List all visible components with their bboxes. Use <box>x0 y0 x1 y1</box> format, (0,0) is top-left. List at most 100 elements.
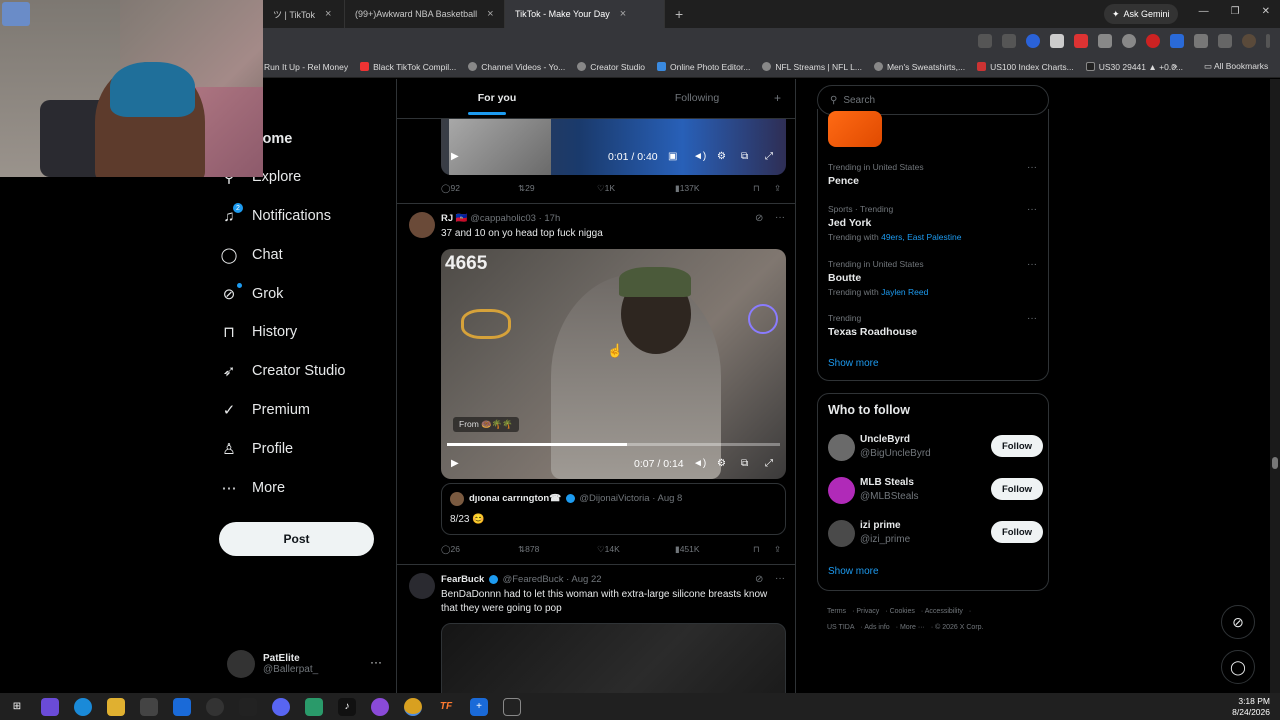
file-explorer-icon[interactable] <box>107 697 125 716</box>
windows-start-icon[interactable]: ⊞ <box>8 698 26 716</box>
nav-chat[interactable]: ◯ Chat <box>220 240 283 270</box>
follow-suggestion[interactable]: UncleByrd @BigUncleByrd Follow <box>828 432 1043 468</box>
more-icon[interactable]: ··· <box>370 655 382 669</box>
follow-suggestion[interactable]: MLB Steals @MLBSteals Follow <box>828 475 1043 511</box>
volume-icon[interactable]: ◄) <box>693 458 706 469</box>
trend-item[interactable]: Trending Texas Roadhouse ··· <box>828 313 1043 338</box>
fullscreen-icon[interactable]: ⤢ <box>765 458 773 469</box>
trend-item[interactable]: Trending in United States Pence ··· <box>828 162 1043 187</box>
tiktok-icon[interactable]: ♪ <box>338 697 356 716</box>
bookmark-item[interactable]: Black TikTok Compil... <box>360 62 456 72</box>
new-tab-button[interactable]: + <box>665 6 693 22</box>
trend-related-links[interactable]: 49ers, East Palestine <box>881 232 961 242</box>
plus-app-icon[interactable]: + <box>470 697 488 716</box>
more-icon[interactable]: ··· <box>775 212 785 223</box>
tf-icon[interactable]: TF <box>437 698 455 716</box>
bookmark-item[interactable]: US30 29441 ▲ +0.0... <box>1085 62 1183 72</box>
play-icon[interactable]: ▶ <box>451 458 459 469</box>
all-bookmarks-button[interactable]: ▭ All Bookmarks <box>1204 61 1268 72</box>
video-player[interactable] <box>441 119 786 175</box>
footer-link[interactable]: Terms <box>827 608 846 615</box>
bookmark-icon[interactable]: ⊓ <box>753 544 760 555</box>
bookmarks-overflow-icon[interactable]: » <box>1172 61 1178 72</box>
mail-icon[interactable] <box>173 697 191 716</box>
author-handle[interactable]: @cappaholic03 <box>470 213 536 224</box>
nav-grok[interactable]: ⊘ Grok <box>220 279 283 309</box>
bookmark-item[interactable]: Channel Videos - Yo... <box>468 62 565 72</box>
footer-link[interactable]: US TIDA <box>827 624 855 631</box>
footer-link[interactable]: Cookies <box>890 608 915 615</box>
avatar[interactable] <box>828 520 855 547</box>
show-more-link[interactable]: Show more <box>828 358 879 369</box>
app-icon[interactable] <box>371 697 389 716</box>
scrollbar-thumb[interactable] <box>1272 457 1278 469</box>
close-window-icon[interactable]: ✕ <box>1262 6 1270 17</box>
extension-icon[interactable] <box>1146 34 1160 48</box>
profile-avatar-icon[interactable] <box>1242 34 1256 48</box>
nav-creator-studio[interactable]: ➶ Creator Studio <box>220 356 346 386</box>
steam-icon[interactable] <box>206 697 224 716</box>
bookmark-item[interactable]: Creator Studio <box>577 62 645 72</box>
puzzle-icon[interactable] <box>1194 34 1208 48</box>
account-switcher[interactable]: PatElite @Ballerpat_ ··· <box>227 647 387 681</box>
from-label[interactable]: From 🍩🌴🌴 <box>453 417 519 432</box>
pip-icon[interactable]: ⧉ <box>741 458 748 469</box>
post-button[interactable]: Post <box>219 522 374 556</box>
tab-following[interactable]: Following <box>597 79 795 118</box>
bookmark-item[interactable]: NFL Streams | NFL L... <box>762 62 862 72</box>
captions-icon[interactable]: ▣ <box>668 151 677 162</box>
reply-button[interactable]: ◯ 92 <box>441 183 460 194</box>
grok-icon[interactable]: ⊘ <box>755 574 763 585</box>
share-icon[interactable]: ⇪ <box>774 183 781 194</box>
trend-item[interactable]: Sports · Trending Jed York Trending with… <box>828 204 1043 242</box>
browser-tab[interactable]: ツ | TikTok × <box>263 0 345 28</box>
tweet-time[interactable]: Aug 22 <box>571 574 601 585</box>
capcut-icon[interactable] <box>503 697 521 716</box>
extension-icon[interactable] <box>1026 34 1040 48</box>
footer-link[interactable]: Ads info <box>864 624 889 631</box>
nav-premium[interactable]: ✓ Premium <box>220 395 310 425</box>
settings-icon[interactable]: ⚙ <box>717 151 726 162</box>
footer-link[interactable]: Accessibility <box>925 608 963 615</box>
pip-icon[interactable]: ⧉ <box>741 151 748 162</box>
repost-button[interactable]: ⇅ 29 <box>518 183 535 194</box>
close-icon[interactable]: × <box>487 8 493 20</box>
user-name[interactable]: MLB Steals <box>860 477 914 488</box>
copilot-icon[interactable] <box>41 697 59 716</box>
nav-profile[interactable]: ♙ Profile <box>220 434 293 464</box>
follow-button[interactable]: Follow <box>991 435 1043 457</box>
quoted-tweet[interactable]: dȷıonaı carrıngton☎ @DijonaiVictoria · A… <box>441 483 786 535</box>
views-button[interactable]: ▮ 451K <box>675 544 700 555</box>
chrome-icon[interactable] <box>404 697 422 716</box>
extension-icon[interactable] <box>1098 34 1112 48</box>
tab-for-you[interactable]: For you <box>397 79 597 118</box>
tweet-time[interactable]: 17h <box>544 213 560 224</box>
bookmark-item[interactable]: Online Photo Editor... <box>657 62 750 72</box>
nav-history[interactable]: ⊓ History <box>220 317 297 347</box>
avatar[interactable] <box>828 434 855 461</box>
follow-button[interactable]: Follow <box>991 521 1043 543</box>
clock[interactable]: 3:18 PM 8/24/2026 <box>1232 696 1270 718</box>
add-tab-icon[interactable]: + <box>774 91 781 105</box>
share-icon[interactable]: ⇪ <box>774 544 781 555</box>
video-progress-bar[interactable] <box>447 443 780 446</box>
bookmark-icon[interactable]: ⊓ <box>753 183 760 194</box>
nav-notifications[interactable]: ♫ 2 Notifications <box>220 201 331 231</box>
page-scrollbar[interactable] <box>1270 79 1280 693</box>
store-icon[interactable] <box>140 697 158 716</box>
browser-tab[interactable]: TikTok - Make Your Day × <box>505 0 665 28</box>
trend-image[interactable] <box>828 111 882 147</box>
trend-item[interactable]: Trending in United States Boutte Trendin… <box>828 259 1043 297</box>
reply-button[interactable]: ◯ 26 <box>441 544 460 555</box>
cast-icon[interactable] <box>978 34 992 48</box>
fullscreen-icon[interactable]: ⤢ <box>765 151 773 162</box>
like-button[interactable]: ♡ 14K <box>597 544 620 555</box>
author-handle[interactable]: @FearedBuck <box>503 574 564 585</box>
extension-icon[interactable] <box>1122 34 1136 48</box>
video-player[interactable]: 4665 From 🍩🌴🌴 ▶ 0:07 / 0:14 ◄) ⚙ ⧉ ⤢ <box>441 249 786 479</box>
author-name[interactable]: RJ <box>441 213 453 224</box>
browser-tab[interactable]: (99+)Awkward NBA Basketball × <box>345 0 505 28</box>
avatar[interactable] <box>828 477 855 504</box>
user-name[interactable]: UncleByrd <box>860 434 910 445</box>
more-icon[interactable]: ··· <box>1027 313 1037 324</box>
